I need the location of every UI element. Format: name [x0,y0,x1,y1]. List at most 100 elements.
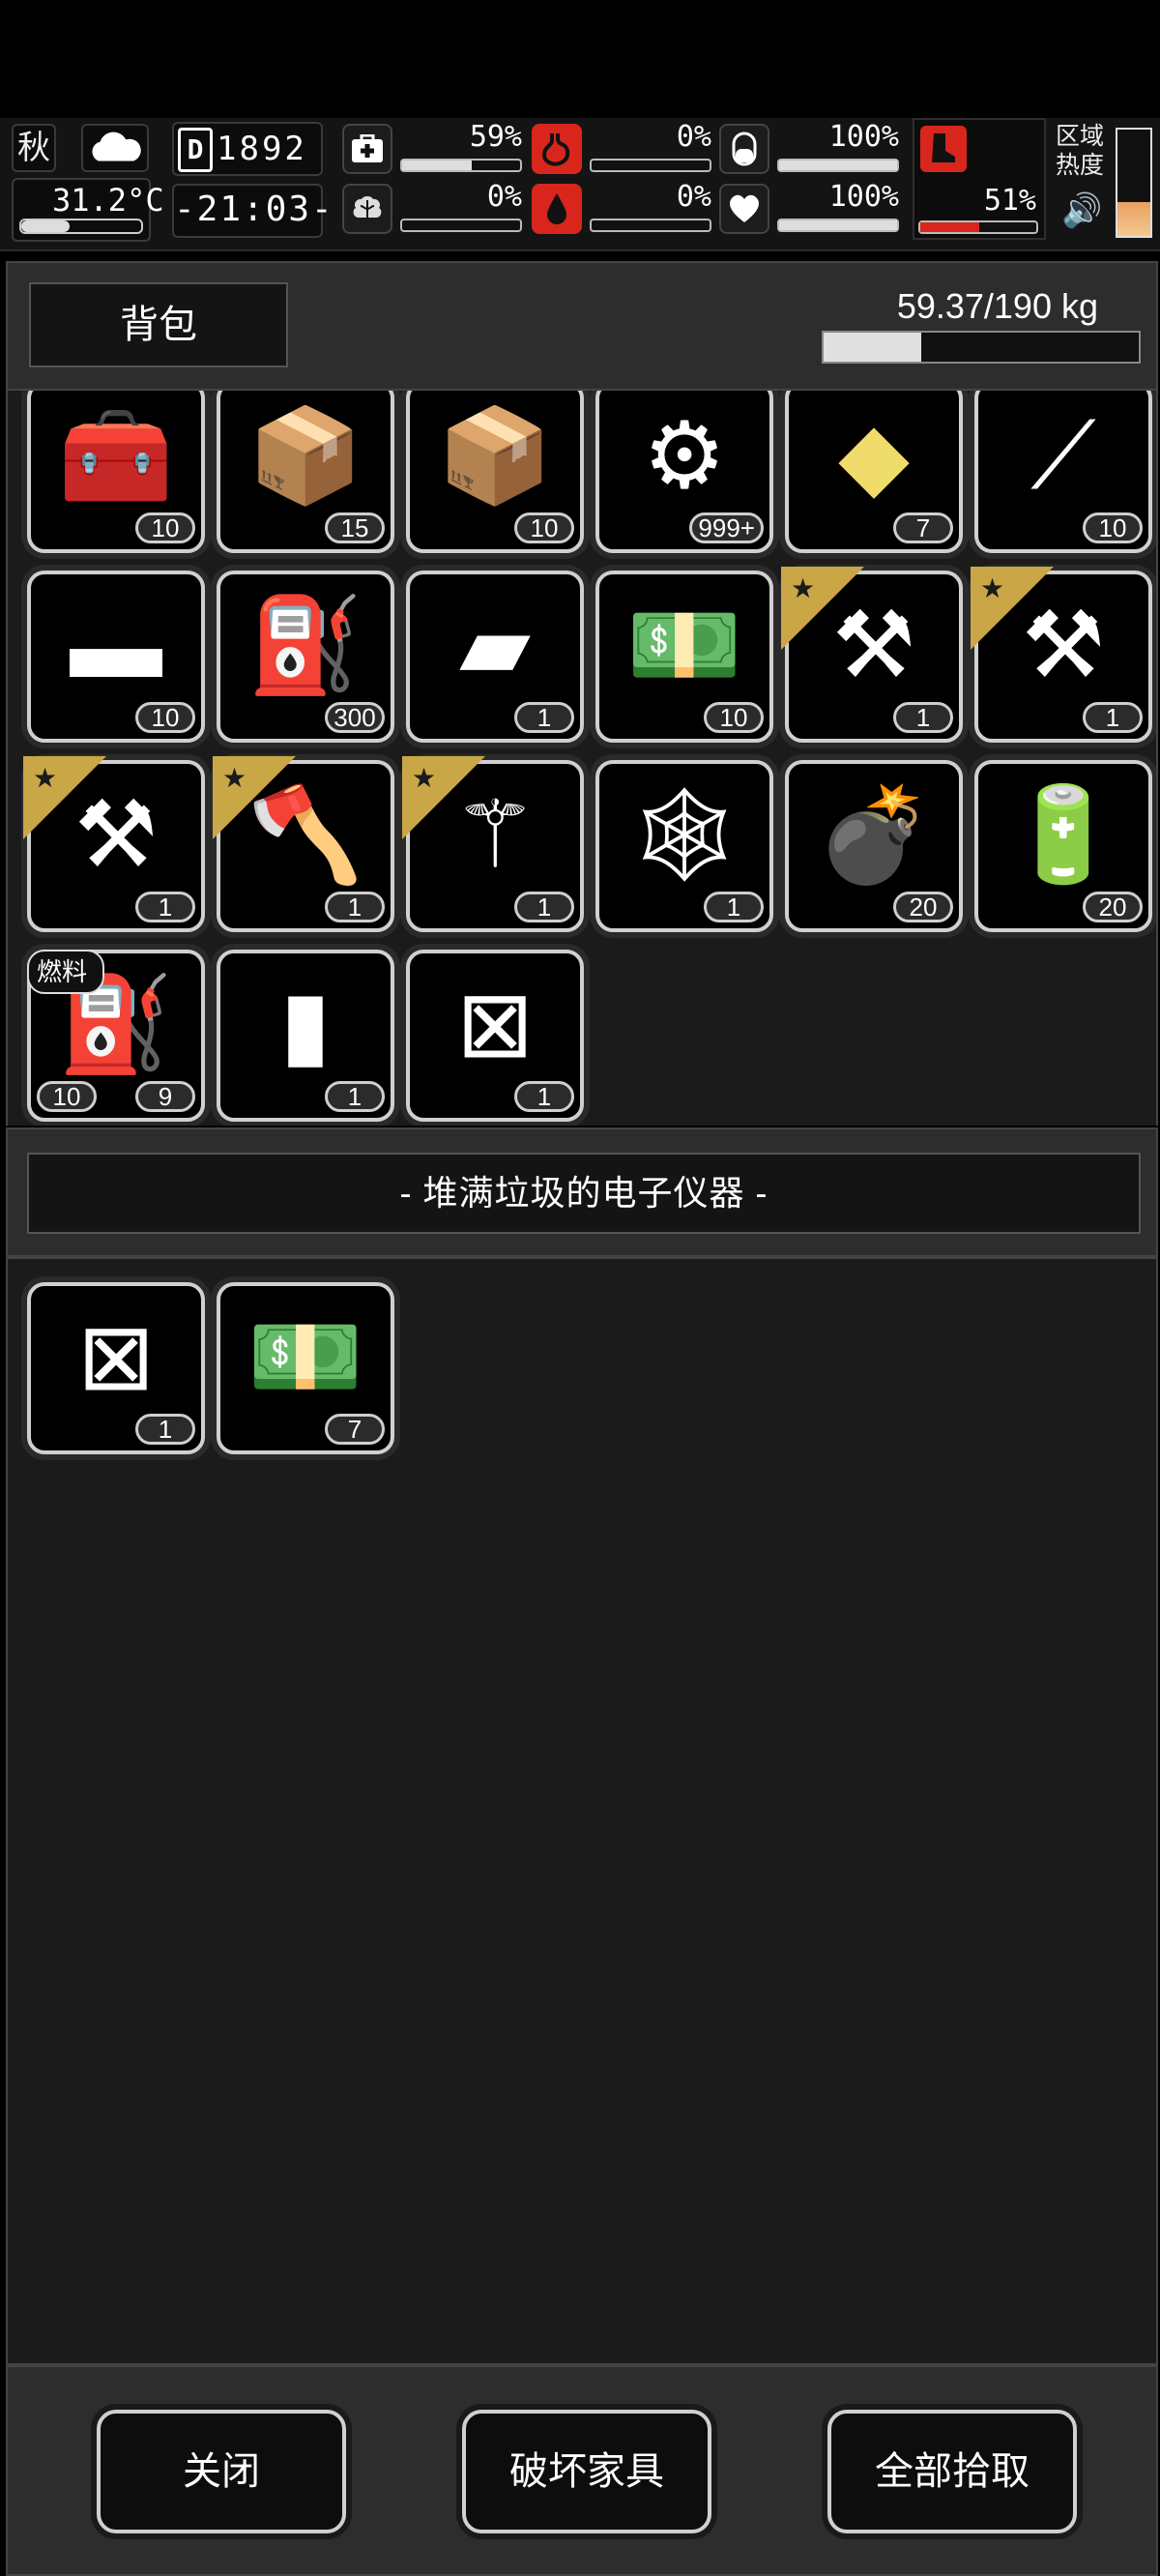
item-slot[interactable]: ⛽ 300 [217,571,394,743]
tube-icon: ▮ [279,973,332,1076]
bag-tab[interactable]: 背包 [29,282,288,367]
tweezers-icon: ⟋ [1030,404,1096,508]
item-slot[interactable]: ⛽ 燃料 10 9 [27,950,205,1122]
temperature-value: 31.2°C [52,182,164,219]
item-count: 10 [1083,512,1143,543]
container-title: - 堆满垃圾的电子仪器 - [27,1153,1141,1234]
day-counter: D 1892 [172,122,323,176]
item-slot[interactable]: ◆ 7 [785,391,963,553]
item-slot[interactable]: 💵 10 [595,571,773,743]
fuel-can-icon: ⛽ [247,594,363,697]
item-count: 1 [514,1081,574,1112]
hunger-stat: 0% [532,120,715,174]
gold-crystal-icon: ◆ [838,404,910,508]
item-count: 20 [1083,892,1143,922]
boot-icon [920,126,967,172]
item-slot[interactable]: ▮ 1 [217,950,394,1122]
grenade-icon: 💣 [816,783,932,887]
item-slot[interactable]: ▬ 10 [27,571,205,743]
cash-bundle-icon: 💵 [626,594,742,697]
item-slot[interactable]: 💣 20 [785,760,963,932]
item-count: 15 [325,512,385,543]
item-slot[interactable]: ⊠ 1 [27,1282,205,1454]
pill-stat: 100% [719,120,903,174]
item-count: 1 [1083,702,1143,733]
bag-header: 背包 59.37/190 kg [6,261,1158,391]
bag-weight: 59.37/190 kg [896,286,1098,326]
medkit-icon [342,124,392,174]
item-count: 1 [514,892,574,922]
temperature-widget: 31.2°C [12,178,164,242]
day-value: 1892 [217,130,307,168]
item-count: 300 [325,702,385,733]
star-badge-icon: ★ [213,756,296,839]
sanity-stat: 0% [342,180,526,234]
footer: 关闭 破坏家具 全部拾取 [6,2365,1158,2576]
broken-part-icon: ⊠ [455,973,535,1076]
item-slot[interactable]: 🔋 20 [974,760,1152,932]
item-slot[interactable]: 🕸 1 [595,760,773,932]
item-count: 1 [704,892,764,922]
area-heat-widget: 区域 热度 🔊 [1056,122,1158,238]
star-badge-icon: ★ [781,567,864,650]
take-all-button[interactable]: 全部拾取 [827,2410,1077,2533]
item-count: 7 [325,1414,385,1445]
item-count: 1 [135,1414,195,1445]
cloud-icon [81,124,149,172]
item-slot[interactable]: ⊠ 1 [406,950,584,1122]
brain-icon [342,184,392,234]
destroy-furniture-button[interactable]: 破坏家具 [462,2410,711,2533]
net-icon: 🕸 [625,783,743,887]
close-button[interactable]: 关闭 [97,2410,346,2533]
item-count: 1 [325,892,385,922]
item-count: 1 [893,702,953,733]
toolbag-icon: 🧰 [58,404,174,508]
heart-icon [719,184,769,234]
parts-coin-icon: ⚙ [642,404,727,508]
star-badge-icon: ★ [402,756,485,839]
stomach-icon [532,124,582,174]
item-slot[interactable]: 🧰 10 [27,391,205,553]
item-slot[interactable]: 📦 15 [217,391,394,553]
water-drop-icon [532,184,582,234]
stamina-bar [918,220,1038,234]
status-bar: 秋 31.2°C D 1892 -21:03- 59% 0% 100% 0% 0… [0,118,1160,251]
item-count: 9 [135,1081,195,1112]
battery-icon: 🔋 [1005,783,1121,887]
item-slot[interactable]: 🪓 ★ 1 [213,756,394,932]
inventory-grid[interactable]: 🧰 10 📦 15 📦 10 ⚙ 999+ ◆ 7 ⟋ 10 ▬ 10 ⛽ 300 ▰ 1 💵 10 ⚒ ★ 1 ⚒ ★ 1 ⚒ ★ 1… [6,391,1158,1126]
stamina-widget: 51% [913,118,1046,240]
area-heat-meter [1116,128,1152,238]
broken-part-icon: ⊠ [76,1305,156,1409]
item-slot[interactable]: ⟋ 10 [974,391,1152,553]
season-indicator: 秋 [12,124,56,172]
health-stat: 59% [342,120,526,174]
container-grid[interactable]: ⊠ 1 💵 7 [6,1257,1158,2365]
item-slot[interactable]: 📦 10 [406,391,584,553]
speaker-icon[interactable]: 🔊 [1061,191,1102,230]
bag-weight-bar [822,331,1141,364]
item-count: 1 [325,1081,385,1112]
item-tag: 燃料 [27,950,105,994]
item-slot[interactable]: ⚙ 999+ [595,391,773,553]
item-slot[interactable]: ⚒ ★ 1 [971,567,1152,743]
item-count: 7 [893,512,953,543]
metal-ingot-icon: ▰ [459,594,531,697]
item-count: 1 [135,892,195,922]
item-slot[interactable]: ▰ 1 [406,571,584,743]
bandage-roll-icon: ▬ [70,594,162,697]
time-value: -21:03- [174,190,334,229]
item-count: 999+ [689,512,764,543]
item-count: 10 [135,702,195,733]
item-count: 1 [514,702,574,733]
item-slot[interactable]: ⚒ ★ 1 [781,567,963,743]
thirst-stat: 0% [532,180,715,234]
item-slot[interactable]: 💵 7 [217,1282,394,1454]
item-slot[interactable]: ⚚ ★ 1 [402,756,584,932]
item-count: 10 [135,512,195,543]
health-bar [400,159,522,172]
star-badge-icon: ★ [23,756,106,839]
item-slot[interactable]: ⚒ ★ 1 [23,756,205,932]
thirst-bar [590,219,711,232]
star-badge-icon: ★ [971,567,1054,650]
